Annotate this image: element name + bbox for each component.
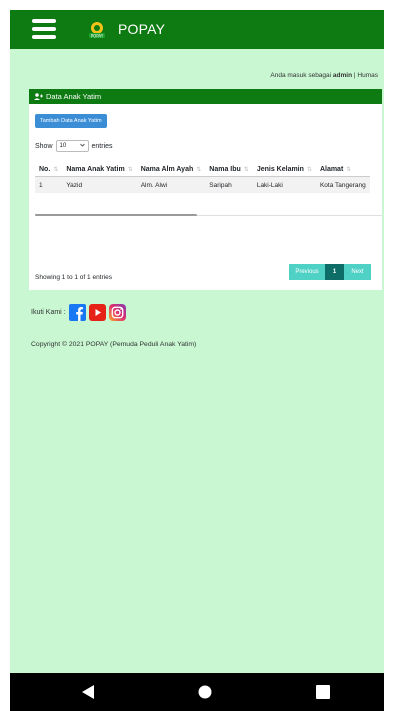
login-info: Anda masuk sebagai admin | Humas xyxy=(270,72,378,79)
entries-value: 10 xyxy=(59,143,67,149)
facebook-icon[interactable] xyxy=(68,304,86,321)
sort-icon: ⇅ xyxy=(346,166,352,173)
col-header-nama-ayah[interactable]: Nama Alm Ayah ⇅ xyxy=(136,162,206,177)
follow-us: Ikuti Kami : xyxy=(31,304,126,321)
data-card: Data Anak Yatim Tambah Data Anak Yatim S… xyxy=(29,89,382,290)
cell-nama-ayah: Alm. Alwi xyxy=(136,176,206,193)
instagram-icon[interactable] xyxy=(108,304,126,321)
sort-icon: ⇅ xyxy=(196,166,202,173)
login-prefix: Anda masuk sebagai xyxy=(270,72,332,79)
pagination: Previous 1 Next xyxy=(289,264,371,280)
cell-nama-ibu: Saripah xyxy=(205,176,253,193)
youtube-icon[interactable] xyxy=(88,304,106,321)
show-label: Show xyxy=(35,142,53,150)
col-header-no[interactable]: No. ⇅ xyxy=(35,162,63,177)
showing-info: Showing 1 to 1 of 1 entries xyxy=(35,274,112,281)
recents-square-icon[interactable] xyxy=(316,685,330,699)
scrollbar-thumb[interactable] xyxy=(35,214,197,216)
cell-alamat: Kota Tangerang xyxy=(315,176,370,193)
cell-no: 1 xyxy=(35,176,63,193)
android-nav-bar xyxy=(10,673,384,711)
login-separator: | xyxy=(353,72,356,79)
entries-label: entries xyxy=(91,142,113,150)
horizontal-scrollbar[interactable] xyxy=(35,214,382,216)
col-header-nama-anak[interactable]: Nama Anak Yatim ⇅ xyxy=(62,162,137,177)
follow-label: Ikuti Kami : xyxy=(31,309,66,316)
col-header-jenis-kelamin[interactable]: Jenis Kelamin ⇅ xyxy=(252,162,316,177)
app-title: POPAY xyxy=(118,21,166,37)
entries-select[interactable]: 10 xyxy=(55,140,89,152)
login-user: admin xyxy=(332,72,353,79)
col-header-alamat[interactable]: Alamat ⇅ xyxy=(315,162,370,177)
cell-jenis-kelamin: Laki-Laki xyxy=(252,176,316,193)
app-screen: POPAY POPAY Anda masuk sebagai admin | H… xyxy=(10,10,384,673)
svg-text:POPAY: POPAY xyxy=(91,33,104,38)
user-plus-icon xyxy=(34,93,43,100)
table-container[interactable]: No. ⇅ Nama Anak Yatim ⇅ Nama Alm Ayah ⇅ Nam… xyxy=(35,162,382,193)
sort-icon: ⇅ xyxy=(306,166,312,173)
add-orphan-button[interactable]: Tambah Data Anak Yatim xyxy=(35,114,107,128)
page-1-button[interactable]: 1 xyxy=(325,264,344,280)
next-page-button[interactable]: Next xyxy=(344,264,371,280)
orphan-table: No. ⇅ Nama Anak Yatim ⇅ Nama Alm Ayah ⇅ Nam… xyxy=(35,162,370,193)
home-circle-icon[interactable] xyxy=(198,685,212,699)
copyright-text: Copyright © 2021 POPAY (Pemuda Peduli An… xyxy=(31,341,197,348)
cell-nama-anak: Yazid xyxy=(62,176,137,193)
top-navbar: POPAY POPAY xyxy=(10,10,384,49)
sort-icon: ⇅ xyxy=(53,166,59,173)
card-header: Data Anak Yatim xyxy=(29,89,382,104)
table-row: 1 Yazid Alm. Alwi Saripah Laki-Laki Kota… xyxy=(35,176,370,193)
card-title: Data Anak Yatim xyxy=(46,92,102,101)
table-header-row: No. ⇅ Nama Anak Yatim ⇅ Nama Alm Ayah ⇅ Nam… xyxy=(35,162,370,177)
login-role: Humas xyxy=(357,72,378,79)
popay-logo: POPAY xyxy=(89,22,105,38)
hamburger-menu-icon[interactable] xyxy=(32,19,56,39)
previous-page-button[interactable]: Previous xyxy=(289,264,325,280)
col-header-nama-ibu[interactable]: Nama Ibu ⇅ xyxy=(205,162,253,177)
sort-icon: ⇅ xyxy=(243,166,249,173)
chevron-down-icon xyxy=(79,143,85,149)
back-triangle-icon[interactable] xyxy=(82,685,95,699)
show-entries: Show 10 entries xyxy=(35,140,113,152)
sort-icon: ⇅ xyxy=(127,166,133,173)
